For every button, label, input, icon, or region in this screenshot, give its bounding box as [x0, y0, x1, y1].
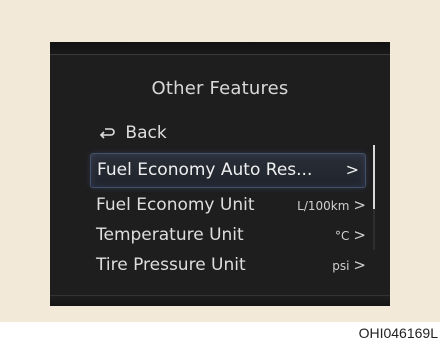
back-button[interactable]: Back — [98, 118, 368, 148]
bottom-bezel — [50, 295, 390, 306]
temperature-unit-value: °C — [335, 229, 350, 243]
tire-pressure-unit-value: psi — [332, 259, 350, 273]
menu-item-label: Fuel Economy Auto Res... — [97, 160, 313, 180]
menu-item-value: L/100km > — [297, 190, 366, 221]
menu-item-value: °C > — [335, 220, 366, 251]
menu-item-label: Temperature Unit — [96, 225, 244, 245]
figure-panel: Other Features Back Fuel Economy Auto Re… — [0, 0, 440, 322]
chevron-right-icon: > — [345, 160, 359, 179]
menu-item-value: psi > — [332, 250, 366, 281]
menu-item-label: Tire Pressure Unit — [96, 255, 246, 275]
menu-item-tire-pressure-unit[interactable]: Tire Pressure Unit psi > — [96, 250, 366, 280]
fuel-economy-unit-value: L/100km — [297, 199, 350, 213]
menu-item-fuel-economy-auto-reset[interactable]: Fuel Economy Auto Res... > — [90, 153, 366, 188]
figure-id: OHI046169L — [358, 325, 438, 341]
menu-item-label: Fuel Economy Unit — [96, 195, 255, 215]
back-arrow-icon — [98, 124, 116, 142]
infotainment-screen: Other Features Back Fuel Economy Auto Re… — [50, 42, 390, 306]
chevron-right-icon: > — [353, 196, 366, 214]
chevron-right-icon: > — [353, 226, 366, 244]
top-bezel — [50, 42, 390, 55]
scrollbar[interactable] — [373, 145, 375, 250]
page-title: Other Features — [151, 78, 289, 99]
scrollbar-thumb[interactable] — [373, 145, 375, 209]
menu-item-fuel-economy-unit[interactable]: Fuel Economy Unit L/100km > — [96, 190, 366, 220]
back-label: Back — [125, 123, 167, 143]
menu-item-temperature-unit[interactable]: Temperature Unit °C > — [96, 220, 366, 250]
chevron-right-icon: > — [353, 256, 366, 274]
